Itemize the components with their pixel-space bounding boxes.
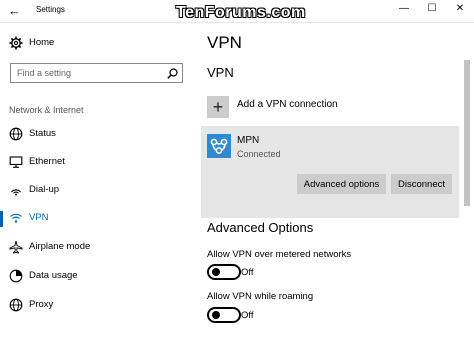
- gear-icon: [9, 36, 23, 50]
- sidebar-item-label: Dial-up: [29, 184, 60, 195]
- sidebar-item-ethernet[interactable]: Ethernet: [0, 151, 196, 177]
- vpn-section-heading: VPN: [207, 65, 234, 80]
- main-content: VPN VPN + Add a VPN connection MPN Conne…: [196, 23, 474, 344]
- sidebar-item-label: Home: [29, 37, 55, 48]
- roaming-option-label: Allow VPN while roaming: [207, 291, 314, 302]
- monitor-icon: [9, 156, 23, 168]
- toggle-knob: [212, 311, 220, 319]
- roaming-toggle-state: Off: [241, 310, 254, 321]
- title-bar: ← Settings TenForums.com — ☐ ✕: [0, 0, 474, 23]
- roaming-toggle[interactable]: [207, 307, 241, 323]
- add-vpn-connection-button[interactable]: + Add a VPN connection: [207, 96, 447, 122]
- search-icon[interactable]: [167, 68, 178, 79]
- vpn-icon: [10, 213, 22, 223]
- globe-icon: [9, 298, 23, 312]
- minimize-icon[interactable]: —: [397, 3, 411, 14]
- airplane-icon: [9, 240, 23, 254]
- metered-option-label: Allow VPN over metered networks: [207, 249, 352, 260]
- sidebar-item-proxy[interactable]: Proxy: [0, 294, 196, 320]
- globe-icon: [9, 127, 23, 141]
- disconnect-button[interactable]: Disconnect: [391, 174, 452, 194]
- watermark: TenForums.com: [176, 4, 306, 21]
- dialup-icon: [11, 189, 21, 196]
- sidebar: Home Find a setting Network & Internet S…: [0, 23, 196, 344]
- vpn-connection-item[interactable]: MPN Connected Advanced options Disconnec…: [201, 126, 459, 218]
- add-tile: +: [207, 96, 229, 118]
- search-placeholder: Find a setting: [17, 68, 72, 78]
- scrollbar[interactable]: [464, 60, 470, 206]
- data-usage-icon: [9, 269, 23, 283]
- sidebar-item-data-usage[interactable]: Data usage: [0, 265, 196, 291]
- search-input[interactable]: Find a setting: [10, 63, 183, 83]
- network-link-icon: [210, 138, 228, 154]
- sidebar-item-airplane-mode[interactable]: Airplane mode: [0, 236, 196, 262]
- metered-networks-toggle[interactable]: [207, 264, 241, 280]
- sidebar-item-label: VPN: [29, 212, 49, 223]
- sidebar-item-label: Status: [29, 128, 56, 139]
- advanced-options-heading: Advanced Options: [207, 220, 314, 235]
- vpn-connection-icon: [207, 134, 231, 158]
- sidebar-item-home[interactable]: Home: [0, 32, 196, 58]
- settings-window: ← Settings TenForums.com — ☐ ✕ Home Find…: [0, 0, 474, 344]
- page-title: VPN: [207, 33, 242, 52]
- vpn-connection-status: Connected: [237, 149, 281, 159]
- sidebar-item-label: Airplane mode: [29, 241, 91, 252]
- toggle-knob: [212, 268, 220, 276]
- active-indicator: [0, 211, 3, 227]
- sidebar-item-label: Proxy: [29, 299, 54, 310]
- sidebar-item-vpn[interactable]: VPN: [0, 207, 196, 233]
- back-arrow-icon[interactable]: ←: [8, 3, 21, 18]
- plus-icon: +: [212, 97, 224, 117]
- sidebar-item-status[interactable]: Status: [0, 123, 196, 149]
- window-title: Settings: [36, 5, 65, 14]
- add-vpn-label: Add a VPN connection: [237, 99, 338, 110]
- close-icon[interactable]: ✕: [453, 3, 467, 14]
- maximize-icon[interactable]: ☐: [425, 3, 439, 14]
- sidebar-item-dial-up[interactable]: Dial-up: [0, 179, 196, 205]
- sidebar-item-label: Ethernet: [29, 156, 65, 167]
- advanced-options-button[interactable]: Advanced options: [297, 174, 386, 194]
- section-label: Network & Internet: [9, 105, 84, 115]
- metered-toggle-state: Off: [241, 267, 254, 278]
- sidebar-item-label: Data usage: [29, 270, 78, 281]
- vpn-connection-name: MPN: [237, 135, 260, 146]
